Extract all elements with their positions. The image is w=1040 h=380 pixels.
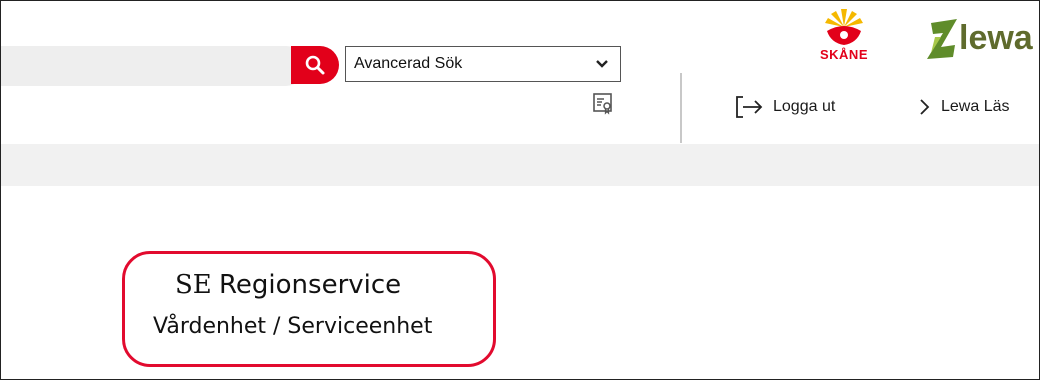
chevron-right-icon xyxy=(920,99,930,115)
unit-subtitle: Vårdenhet / Serviceenhet xyxy=(153,314,433,339)
unit-name: Regionservice xyxy=(219,270,402,300)
search-type-select[interactable]: Avancerad Sök xyxy=(345,46,621,82)
header-divider xyxy=(680,73,682,143)
logout-link[interactable]: Logga ut xyxy=(735,94,835,120)
unit-title: SE Regionservice xyxy=(175,269,401,300)
lewa-las-link[interactable]: Lewa Läs xyxy=(919,94,1010,120)
lewa-logo xyxy=(927,19,957,59)
search-button[interactable] xyxy=(291,46,339,84)
nav-band xyxy=(1,144,1039,186)
search-input[interactable] xyxy=(1,46,305,86)
chevron-down-icon xyxy=(596,60,608,68)
certificate-icon[interactable] xyxy=(591,91,615,115)
unit-prefix: SE xyxy=(175,270,212,300)
lewa-las-label: Lewa Läs xyxy=(941,98,1010,115)
logout-icon xyxy=(736,96,763,118)
search-icon xyxy=(305,55,325,75)
region-skane-logo-text: SKÅNE xyxy=(819,47,868,62)
lewa-logo-text: lewa xyxy=(959,19,1033,57)
app-frame: Avancerad Sök Logga ut Lewa Läs SKÅNE le… xyxy=(0,0,1040,380)
search-type-selected: Avancerad Sök xyxy=(354,55,463,72)
logout-label: Logga ut xyxy=(773,98,836,115)
